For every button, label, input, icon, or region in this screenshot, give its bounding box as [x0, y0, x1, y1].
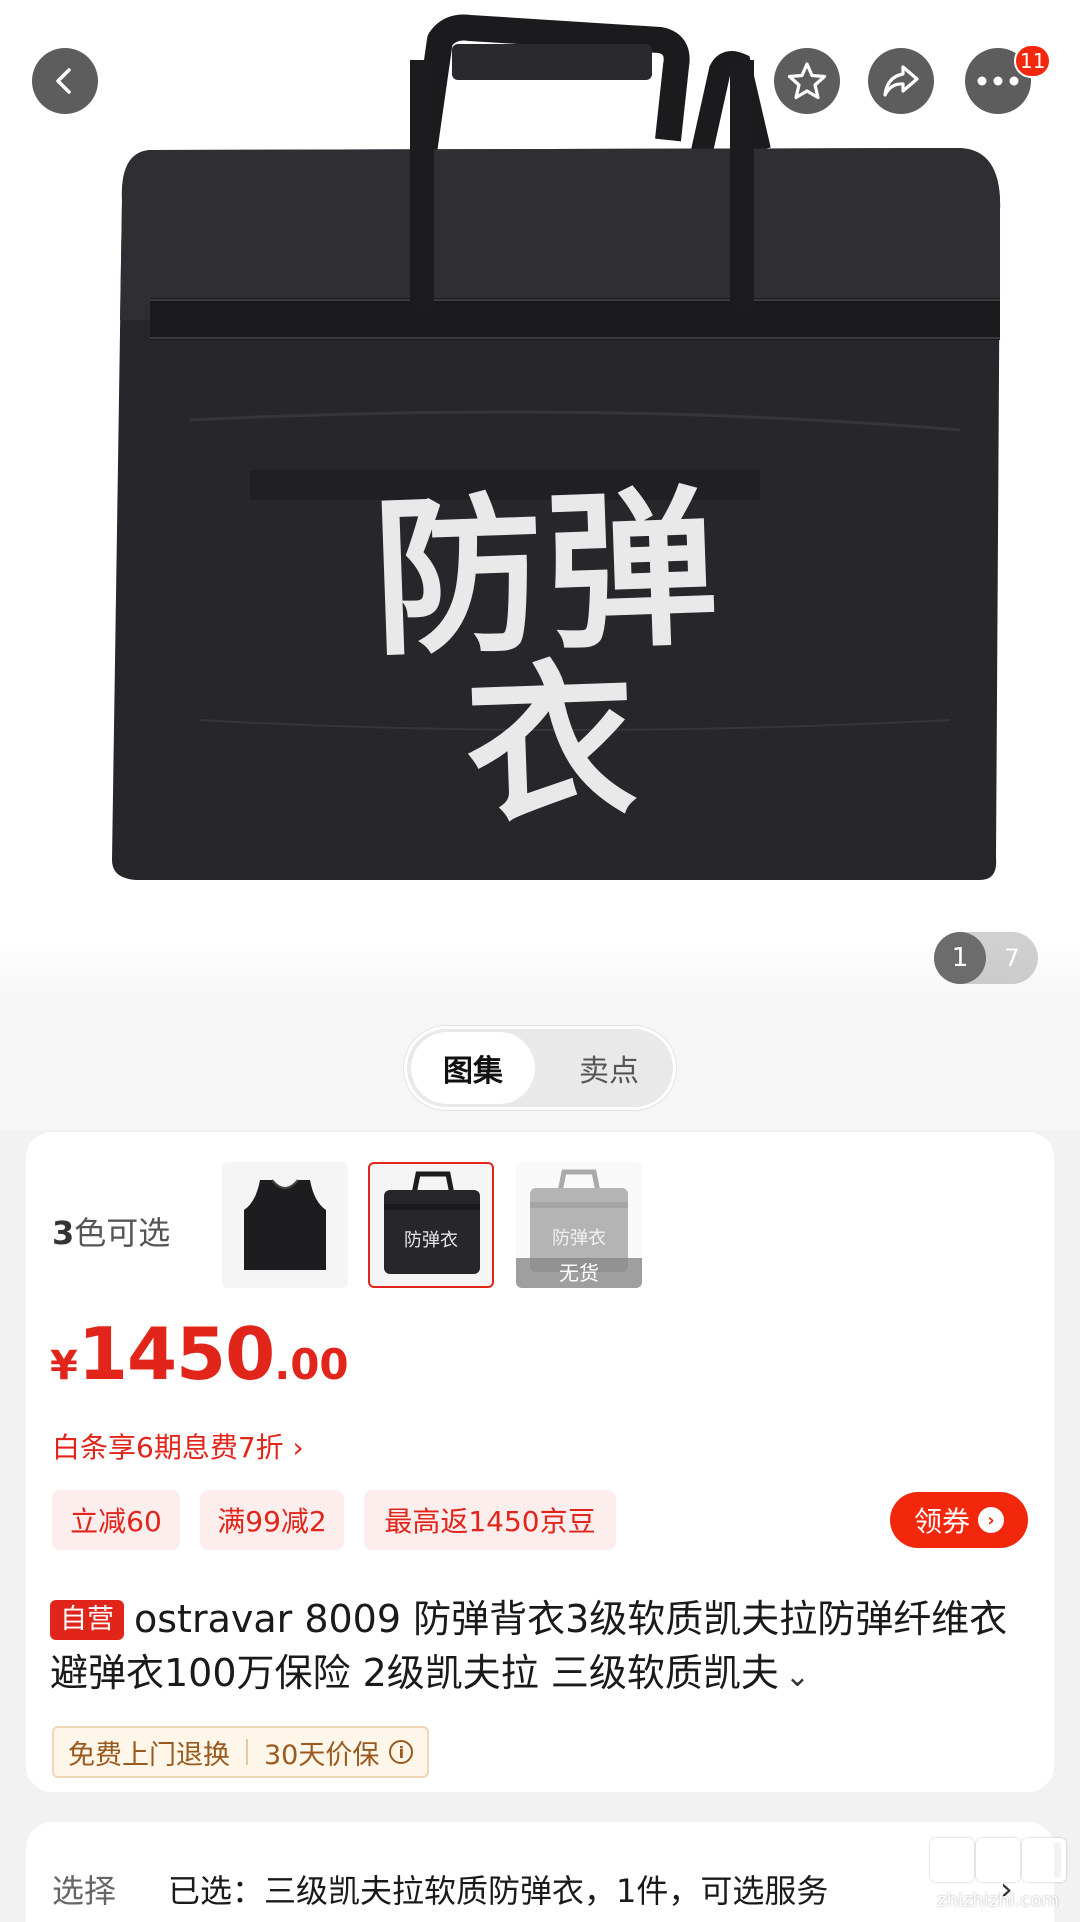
watermark-text: zhizhizhi.com [937, 1890, 1059, 1911]
chevron-right-icon: › [978, 1507, 1004, 1533]
back-button[interactable] [32, 48, 98, 114]
color-swatch-bag-out-of-stock[interactable]: 防弹衣 无货 [516, 1162, 642, 1288]
share-button[interactable] [868, 48, 934, 114]
price-currency: ¥ [50, 1343, 78, 1389]
color-swatch-bag-selected[interactable]: 防弹衣 [368, 1162, 494, 1288]
color-swatch-vest[interactable] [222, 1162, 348, 1288]
share-arrow-icon [883, 65, 919, 97]
promo-chip[interactable]: 立减60 [52, 1490, 180, 1550]
hero-fade [0, 940, 1080, 1000]
service-guarantee-box[interactable]: 免费上门退换 30天价保 i [52, 1726, 430, 1778]
service-free-return: 免费上门退换 [68, 1739, 230, 1771]
segment-bar: 图集 卖点 [0, 1000, 1080, 1130]
image-pager: 1 7 [934, 932, 1038, 984]
price-decimal: .00 [274, 1340, 349, 1389]
swatch-label: 防弹衣 [552, 1228, 606, 1249]
watermark-glyph [1022, 1838, 1066, 1882]
bag-thumbnail [384, 1171, 480, 1274]
chevron-left-icon [56, 68, 71, 94]
color-count-label[interactable]: 3色可选 [52, 1208, 170, 1254]
price-integer: 1450 [77, 1312, 275, 1396]
promo-chip[interactable]: 满99减2 [200, 1490, 344, 1550]
self-operated-tag: 自营 [50, 1600, 124, 1640]
product-title[interactable]: 自营 ostravar 8009 防弹背衣3级软质凯夫拉防弹纤维衣避弹衣100万保… [50, 1592, 1040, 1704]
tab-gallery[interactable]: 图集 [411, 1032, 535, 1104]
out-of-stock-label: 无货 [516, 1258, 642, 1288]
color-count-text: 色可选 [74, 1214, 171, 1252]
favorite-button[interactable] [774, 48, 840, 114]
tab-selling-points[interactable]: 卖点 [547, 1032, 671, 1104]
baitiao-installment-link[interactable]: 白条享6期息费7折 › [52, 1426, 304, 1466]
watermark-logo: zhizhizhi.com [928, 1838, 1068, 1916]
get-coupon-label: 领券 [913, 1505, 970, 1538]
message-count-badge: 11 [1014, 44, 1052, 78]
divider [246, 1739, 248, 1765]
product-info-card: 3色可选 防弹衣 防弹衣 无货 ¥1450.00 白条享6期息费7折 › 立减6… [26, 1132, 1054, 1792]
watermark-glyph [976, 1838, 1020, 1882]
promo-chip[interactable]: 最高返1450京豆 [364, 1490, 616, 1550]
pager-total: 7 [1004, 944, 1020, 972]
product-gallery[interactable]: 防弹衣 11 1 7 [0, 0, 1080, 1000]
info-icon[interactable]: i [389, 1740, 414, 1764]
get-coupon-button[interactable]: 领券 › [890, 1492, 1028, 1548]
pager-current: 1 [934, 932, 986, 984]
service-price-protection: 30天价保 [264, 1739, 380, 1771]
selection-label: 选择 [52, 1872, 117, 1910]
swatch-label: 防弹衣 [404, 1230, 458, 1251]
star-icon [787, 62, 827, 100]
more-dots-icon [977, 76, 1019, 86]
bag-print-text: 防弹衣 [369, 470, 725, 847]
expand-chevron-icon[interactable]: ⌄ [785, 1659, 810, 1694]
color-count-number: 3 [52, 1214, 75, 1252]
selection-row[interactable]: 选择 已选：三级凯夫拉软质防弹衣，1件，可选服务 › [26, 1822, 1054, 1922]
product-title-text: ostravar 8009 防弹背衣3级软质凯夫拉防弹纤维衣避弹衣100万保险 … [50, 1597, 1008, 1695]
gallery-segment-control: 图集 卖点 [404, 1026, 676, 1110]
selection-value: 已选：三级凯夫拉软质防弹衣，1件，可选服务 [168, 1872, 829, 1910]
watermark-glyph [930, 1838, 974, 1882]
price: ¥1450.00 [50, 1318, 349, 1390]
vest-thumbnail [244, 1179, 326, 1270]
